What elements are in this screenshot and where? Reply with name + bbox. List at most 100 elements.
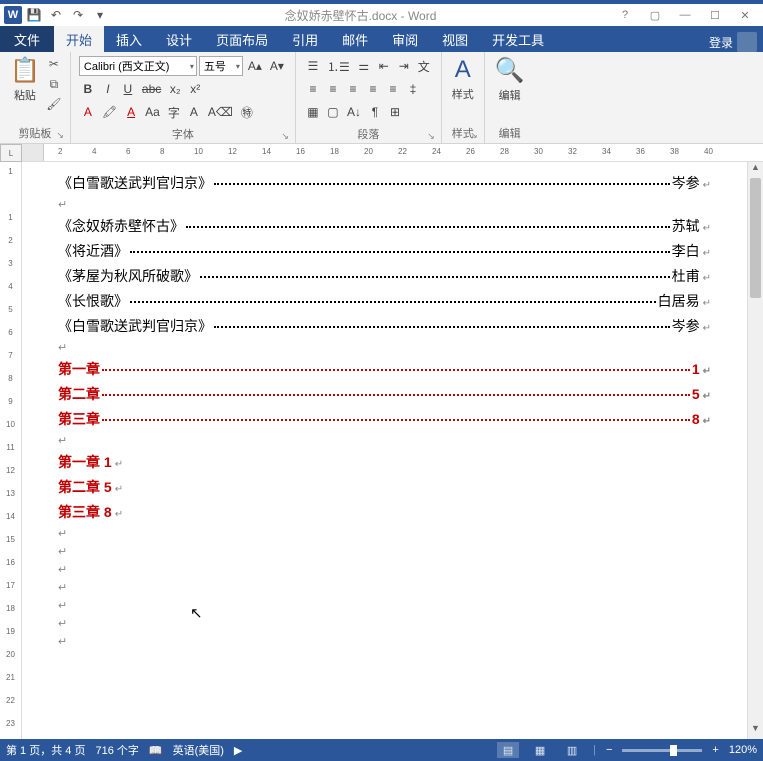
vertical-scrollbar[interactable]: ▲ ▼	[747, 162, 763, 739]
paragraph-mark: ↵	[58, 341, 711, 354]
title-bar: W 💾 ↶ ↷ ▾ 念奴娇赤壁怀古.docx - Word ? ▢ — ☐ ✕	[0, 0, 763, 26]
tab-design[interactable]: 设计	[154, 26, 204, 52]
scroll-down-icon[interactable]: ▼	[748, 723, 763, 739]
undo-icon[interactable]: ↶	[46, 5, 66, 25]
numbering-icon[interactable]: ⒈☰	[324, 56, 353, 76]
zoom-out-button[interactable]: −	[606, 744, 612, 756]
spellcheck-icon[interactable]: 📖	[149, 744, 163, 757]
scroll-up-icon[interactable]: ▲	[748, 162, 763, 178]
horizontal-ruler[interactable]: L 246810121416182022242628303234363840	[0, 144, 763, 162]
minimize-icon[interactable]: —	[671, 5, 699, 25]
redo-icon[interactable]: ↷	[68, 5, 88, 25]
login-label: 登录	[709, 34, 733, 51]
align-left-icon[interactable]: ≡	[304, 79, 322, 99]
read-mode-view-icon[interactable]: ▦	[529, 742, 551, 758]
text-effects-icon[interactable]: A	[79, 102, 97, 122]
page-indicator[interactable]: 第 1 页，共 4 页	[6, 742, 85, 758]
cut-icon[interactable]: ✂	[46, 56, 62, 72]
phonetic-guide-icon[interactable]: 字	[165, 102, 183, 122]
status-bar: 第 1 页，共 4 页 716 个字 📖 英语(美国) ▶ ▤ ▦ ▥ | − …	[0, 739, 763, 761]
paragraph-mark: ↵	[58, 599, 711, 612]
vertical-ruler[interactable]: 1123456789101112131415161718192021222324	[0, 162, 22, 739]
group-font: Calibri (西文正文) 五号 A▴ A▾ B I U abc x₂ x² …	[71, 52, 296, 143]
enclose-char-icon[interactable]: ㊕	[238, 102, 256, 122]
underline-button[interactable]: U	[119, 79, 137, 99]
page-content[interactable]: 《白雪歌送武判官归京》岑参↵↵《念奴娇赤壁怀古》苏轼↵《将近酒》李白↵《茅屋为秋…	[22, 162, 747, 739]
subscript-button[interactable]: x₂	[166, 79, 184, 99]
tab-developer[interactable]: 开发工具	[480, 26, 556, 52]
align-center-icon[interactable]: ≡	[324, 79, 342, 99]
language-indicator[interactable]: 英语(美国)	[173, 742, 224, 758]
word-count[interactable]: 716 个字	[95, 742, 138, 758]
zoom-in-button[interactable]: +	[712, 744, 718, 756]
multilevel-icon[interactable]: ⚌	[355, 56, 373, 76]
justify-icon[interactable]: ≡	[364, 79, 382, 99]
toc-entry: 《念奴娇赤壁怀古》苏轼↵	[58, 216, 711, 236]
toc-entry: 《白雪歌送武判官归京》岑参↵	[58, 173, 711, 193]
tab-mail[interactable]: 邮件	[330, 26, 380, 52]
copy-icon[interactable]: ⧉	[46, 76, 62, 92]
superscript-button[interactable]: x²	[186, 79, 204, 99]
web-layout-view-icon[interactable]: ▥	[561, 742, 583, 758]
snap-grid-icon[interactable]: ⊞	[386, 102, 404, 122]
styles-label: 样式	[452, 86, 474, 102]
paste-button[interactable]: 📋 粘贴	[6, 54, 44, 105]
increase-indent-icon[interactable]: ⇥	[395, 56, 413, 76]
word-app-icon: W	[4, 6, 22, 24]
align-right-icon[interactable]: ≡	[344, 79, 362, 99]
ribbon-options-icon[interactable]: ▢	[641, 5, 669, 25]
login-area[interactable]: 登录	[703, 32, 763, 52]
font-name-combo[interactable]: Calibri (西文正文)	[79, 56, 197, 76]
zoom-level[interactable]: 120%	[729, 744, 757, 756]
sort-icon[interactable]: A↓	[344, 102, 364, 122]
format-painter-icon[interactable]: 🖌	[46, 96, 62, 112]
shading-icon[interactable]: ▦	[304, 102, 322, 122]
tab-layout[interactable]: 页面布局	[204, 26, 280, 52]
styles-launcher-icon[interactable]: ↘	[470, 130, 478, 141]
scroll-thumb[interactable]	[750, 178, 761, 298]
line-spacing-icon[interactable]: ‡	[404, 79, 422, 99]
clipboard-launcher-icon[interactable]: ↘	[56, 130, 64, 141]
tab-review[interactable]: 审阅	[380, 26, 430, 52]
paragraph-launcher-icon[interactable]: ↘	[427, 131, 435, 142]
distributed-icon[interactable]: ≡	[384, 79, 402, 99]
tab-insert[interactable]: 插入	[104, 26, 154, 52]
qat-customize-icon[interactable]: ▾	[90, 5, 110, 25]
show-marks-icon[interactable]: ¶	[366, 102, 384, 122]
tab-file[interactable]: 文件	[0, 26, 54, 52]
ribbon: 📋 粘贴 ✂ ⧉ 🖌 剪贴板↘ Calibri (西文正文) 五号 A▴ A▾	[0, 52, 763, 144]
help-icon[interactable]: ?	[611, 5, 639, 25]
font-launcher-icon[interactable]: ↘	[281, 131, 289, 142]
bold-button[interactable]: B	[79, 79, 97, 99]
tab-selector[interactable]: L	[0, 144, 22, 162]
tab-view[interactable]: 视图	[430, 26, 480, 52]
paragraph-mark: ↵	[58, 563, 711, 576]
strike-button[interactable]: abc	[139, 79, 164, 99]
paragraph-mark: ↵	[58, 434, 711, 447]
styles-icon: A	[455, 56, 471, 84]
print-layout-view-icon[interactable]: ▤	[497, 742, 519, 758]
find-button[interactable]: 🔍 编辑	[491, 54, 529, 105]
change-case-icon[interactable]: Aa	[142, 102, 163, 122]
shrink-font-icon[interactable]: A▾	[267, 56, 287, 76]
styles-button[interactable]: A 样式	[448, 54, 478, 104]
grow-font-icon[interactable]: A▴	[245, 56, 265, 76]
tab-references[interactable]: 引用	[280, 26, 330, 52]
toc-red-simple: 第二章 5↵	[58, 477, 711, 497]
close-icon[interactable]: ✕	[731, 5, 759, 25]
maximize-icon[interactable]: ☐	[701, 5, 729, 25]
char-border-icon[interactable]: A	[185, 102, 203, 122]
font-color-icon[interactable]: A	[122, 102, 140, 122]
tab-home[interactable]: 开始	[54, 26, 104, 52]
text-direction-icon[interactable]: 文	[415, 56, 433, 76]
decrease-indent-icon[interactable]: ⇤	[375, 56, 393, 76]
highlight-icon[interactable]: 🖍	[99, 102, 120, 122]
bullets-icon[interactable]: ☰	[304, 56, 322, 76]
italic-button[interactable]: I	[99, 79, 117, 99]
zoom-slider[interactable]	[622, 749, 702, 752]
borders-icon[interactable]: ▢	[324, 102, 342, 122]
clear-format-icon[interactable]: A⌫	[205, 102, 236, 122]
macro-icon[interactable]: ▶	[234, 744, 242, 757]
font-size-combo[interactable]: 五号	[199, 56, 243, 76]
save-icon[interactable]: 💾	[24, 5, 44, 25]
